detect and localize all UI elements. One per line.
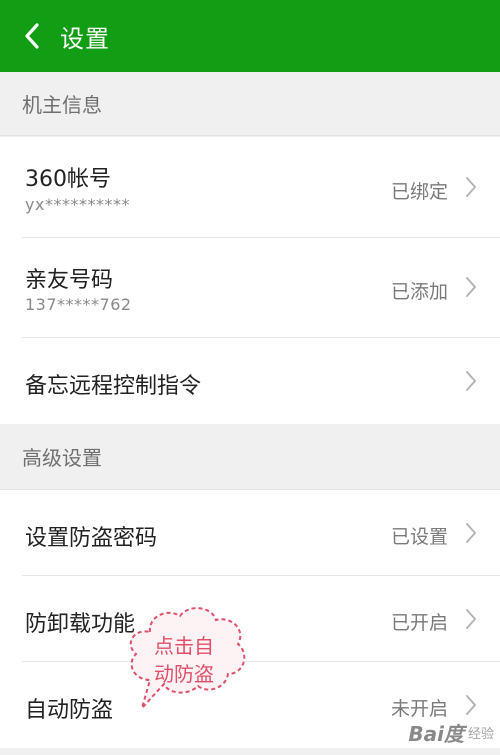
row-label: 防卸载功能: [25, 612, 136, 637]
back-button[interactable]: [4, 0, 60, 72]
chevron-right-icon: [466, 277, 476, 297]
baidu-watermark: Bai度 经验: [408, 718, 494, 747]
chevron-right-icon: [466, 609, 476, 629]
row-anti-theft-password[interactable]: 设置防盗密码 已设置: [0, 490, 500, 576]
top-bar: 设置: [0, 0, 500, 72]
watermark-brand: Bai度: [408, 722, 464, 746]
annotation-bubble: 点击自 动防盗: [120, 604, 250, 714]
annotation-line-2: 动防盗: [154, 662, 214, 686]
row-label: 360帐号: [25, 167, 111, 192]
section-header-owner-info: 机主信息: [0, 72, 500, 136]
chevron-right-icon: [466, 177, 476, 197]
row-label: 设置防盗密码: [25, 526, 158, 551]
section-title: 高级设置: [22, 446, 102, 470]
row-status: 已绑定: [390, 181, 448, 203]
chevron-right-icon: [466, 695, 476, 715]
row-uninstall-protection[interactable]: 防卸载功能 已开启: [0, 576, 500, 662]
row-status: 已添加: [390, 281, 448, 303]
row-sublabel: 137*****762: [25, 295, 132, 314]
section-title: 机主信息: [22, 93, 102, 117]
row-sublabel: yx**********: [25, 195, 130, 214]
annotation-text: 点击自 动防盗: [134, 632, 234, 688]
chevron-right-icon: [466, 523, 476, 543]
row-remote-commands[interactable]: 备忘远程控制指令: [0, 338, 500, 424]
row-360-account[interactable]: 360帐号 yx********** 已绑定: [0, 137, 500, 238]
row-status: 已开启: [390, 612, 448, 634]
row-label: 亲友号码: [25, 268, 114, 293]
row-status: 已设置: [390, 526, 448, 548]
annotation-line-1: 点击自: [154, 634, 214, 658]
watermark-sub: 经验: [467, 727, 494, 742]
chevron-left-icon: [25, 23, 39, 49]
section-header-advanced-settings: 高级设置: [0, 424, 500, 490]
row-status: 未开启: [390, 698, 448, 720]
row-label: 备忘远程控制指令: [25, 374, 202, 399]
page-title: 设置: [60, 24, 110, 53]
chevron-right-icon: [466, 371, 476, 391]
row-label: 自动防盗: [25, 698, 114, 723]
row-family-number[interactable]: 亲友号码 137*****762 已添加: [0, 238, 500, 338]
